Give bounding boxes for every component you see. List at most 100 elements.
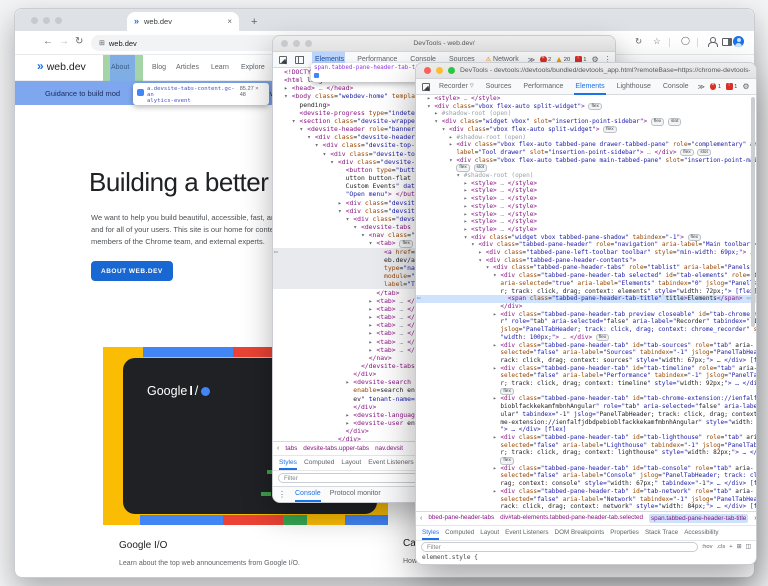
dom-tree-line[interactable]: rack: click, drag; context: sources" sty… (416, 357, 756, 365)
site-logo[interactable]: » web.dev (37, 61, 86, 73)
breadcrumb[interactable]: nav.devsit (375, 445, 403, 452)
dom-tree-line[interactable]: ▸ <div class="tabbed-pane-header-tab" id… (416, 434, 756, 442)
settings-gear-icon[interactable]: ⚙ (742, 82, 749, 91)
dom-tree-line[interactable]: rack: click, drag; context: network" sty… (416, 503, 756, 511)
dom-tree-line[interactable]: rag; context: console" style="width: 67p… (416, 480, 756, 488)
new-tab-button[interactable]: + (251, 17, 257, 28)
dom-tree-line[interactable]: "width: 100px;"> … </div> flex (416, 334, 756, 342)
nav-item-explore[interactable]: Explore (241, 64, 265, 71)
avatar[interactable] (733, 36, 744, 47)
dom-tree-line[interactable]: selected="false" aria-label="Performance… (416, 372, 756, 380)
grid-editor-icon[interactable]: ⊞ (737, 544, 742, 550)
dom-tree-line[interactable]: ▾ <div class="tabbed-pane-header-content… (416, 257, 756, 265)
dom-tree-line[interactable]: ▾ <div class="widget vbox tabbed-pane-sh… (416, 234, 756, 242)
window-controls[interactable] (424, 67, 455, 74)
device-toolbar-icon[interactable] (295, 56, 304, 64)
breadcrumb[interactable]: tabs (285, 445, 297, 452)
side-panel-icon[interactable] (722, 38, 732, 46)
dom-tree-line[interactable]: ▸ <div class="vbox flex-auto tabbed-pane… (416, 141, 756, 149)
dom-tree-line[interactable]: flex (416, 388, 756, 396)
sidebar-tab[interactable]: Computed (304, 456, 334, 470)
dom-tree-line[interactable]: r" role="tab" aria-selected="false" aria… (416, 318, 756, 326)
sidebar-tab[interactable]: Stack Trace (645, 526, 678, 540)
panel-tab[interactable]: Elements ▽ (574, 79, 605, 95)
crumbs-left-icon[interactable]: ‹ (420, 515, 422, 522)
sidebar-tab[interactable]: Properties (610, 526, 639, 540)
back-icon[interactable]: ← (43, 37, 53, 47)
breadcrumb[interactable]: span.tabbed-pane-header-tab-title (649, 514, 748, 523)
dom-tree-line[interactable]: ▸ <style> … </style> (416, 195, 756, 203)
bookmark-star-icon[interactable]: ☆ (653, 37, 661, 46)
nav-item-blog[interactable]: Blog (152, 64, 166, 71)
dom-tree-line[interactable]: ▸ <div class="tabbed-pane-left-toolbar t… (416, 249, 756, 257)
breadcrumb[interactable]: devsite-tabs.upper-tabs (303, 445, 369, 452)
sidebar-tab[interactable]: Styles (279, 456, 297, 470)
sidebar-tab[interactable]: Accessibility (684, 526, 718, 540)
dom-tree-line[interactable]: "> … </div> [flex] (416, 426, 756, 434)
panel-tab[interactable]: Recorder ▽ (438, 79, 475, 95)
element-style-rule[interactable]: element.style { (416, 552, 756, 564)
dom-tree-line[interactable]: ▾ <div class="vbox flex-auto tabbed-pane… (416, 157, 756, 165)
inspect-element-icon[interactable] (422, 83, 430, 91)
dom-tree-line[interactable]: flex slot (416, 164, 756, 172)
dom-tree-line[interactable]: ▾ <div class="vbox flex-auto split-widge… (416, 103, 756, 111)
style-toggle[interactable]: .cls (717, 544, 726, 550)
more-tabs-icon[interactable]: ≫ (698, 83, 705, 91)
tab-close-icon[interactable]: × (227, 17, 232, 26)
sidebar-tab[interactable]: Layout (341, 456, 361, 470)
dom-tree-line[interactable]: ▾ <div class="vbox flex-auto split-widge… (416, 126, 756, 134)
nav-item-articles[interactable]: Articles (176, 64, 199, 71)
forward-icon[interactable]: → (59, 37, 69, 47)
status-badge[interactable]: 1 (726, 83, 737, 90)
dom-tree-line[interactable]: jslog="PanelTabHeader; track: click, dra… (416, 326, 756, 334)
dom-tree-line[interactable]: <span class="tabbed-pane-header-tab-titl… (416, 295, 756, 303)
dom-tree-line[interactable]: ▸ <div class="tabbed-pane-header-tab" id… (416, 488, 756, 496)
panel-tab[interactable]: Sources ▽ (485, 79, 513, 95)
sidebar-tab[interactable]: DOM Breakpoints (555, 526, 605, 540)
dom-tree-line[interactable]: ▾ <div class="tabbed-pane-header-tabs" r… (416, 264, 756, 272)
dom-tree-line[interactable]: ▸ <style> … </style> (416, 180, 756, 188)
style-toggle[interactable]: :hov (702, 544, 713, 550)
devtools-menu-icon[interactable]: ⋮ (755, 82, 757, 91)
nav-item-learn[interactable]: Learn (211, 64, 229, 71)
site-info-icon[interactable]: ⊞ (99, 39, 104, 47)
dom-tree-line[interactable]: ▸ #shadow-root (open) (416, 110, 756, 118)
dom-tree-line[interactable]: ▾ <div class="tabbed-pane-header-tab sel… (416, 272, 756, 280)
dom-tree-line[interactable]: ▸ <style> … </style> (416, 203, 756, 211)
dom-tree-line[interactable]: selected="false" aria-label="Network" ta… (416, 496, 756, 504)
profile-person-icon[interactable] (707, 37, 716, 47)
breadcrumb[interactable]: div#tab-elements.tabbed-pane-header-tab.… (500, 514, 643, 523)
dom-tree-line[interactable]: bioblfackkekamfmbnhAngular" role="tab" a… (416, 403, 756, 411)
sidebar-tab[interactable]: Event Listeners (505, 526, 548, 540)
dom-tree-line[interactable]: ▸ #shadow-root (open) (416, 134, 756, 142)
panel-tab[interactable]: Console ▽ (662, 79, 690, 95)
dom-tree-line[interactable]: ▸ <div class="tabbed-pane-header-tab" id… (416, 342, 756, 350)
dom-tree-line[interactable]: ▸ <div class="tabbed-pane-header-tab" id… (416, 465, 756, 473)
nav-item-about[interactable]: About (111, 64, 129, 71)
drawer-tab[interactable]: Console (295, 487, 321, 502)
sidebar-tab[interactable]: Event Listeners (368, 456, 413, 470)
dom-tree-line[interactable]: label="Tool drawer" slot="insertion-poin… (416, 149, 756, 157)
dom-tree-line[interactable]: r; track: click, drag; context: elements… (416, 288, 756, 296)
card1-title[interactable]: Google I/O (119, 540, 167, 551)
about-webdev-button[interactable]: ABOUT WEB.DEV (91, 261, 173, 281)
drawer-menu-icon[interactable]: ⋮ (278, 490, 286, 499)
dom-tree-line[interactable]: ular" tabindex="-1" jslog="PanelTabHeade… (416, 411, 756, 419)
styles-filter-input[interactable] (421, 542, 698, 552)
dom-tree-line[interactable]: selected="false" aria-label="Sources" ta… (416, 349, 756, 357)
dom-tree-line[interactable]: ▾ <div class="tabbed-pane-header" role="… (416, 241, 756, 249)
dom-tree-line[interactable]: flex (416, 457, 756, 465)
dom-tree-line[interactable]: ▾ <div class="widget vbox" slot="inserti… (416, 118, 756, 126)
scrollbar[interactable] (751, 97, 755, 327)
computed-panel-icon[interactable]: ◫ (746, 544, 751, 550)
dom-tree-line[interactable]: ▸ <div class="tabbed-pane-header-tab pre… (416, 311, 756, 319)
reload-icon[interactable]: ↻ (75, 37, 83, 47)
crumbs-left-icon[interactable]: ‹ (277, 445, 279, 452)
dom-tree-line[interactable]: r; track: click, drag; context: lighthou… (416, 449, 756, 457)
dom-tree-line[interactable]: aria-selected="true" aria-label="Element… (416, 280, 756, 288)
dom-tree-line[interactable]: selected="false" aria-label="Lighthouse"… (416, 442, 756, 450)
sidebar-tab[interactable]: Styles (422, 526, 439, 540)
sync-icon[interactable]: ↻ (635, 37, 642, 46)
dom-tree-line[interactable]: ▸ <style> … </style> (416, 187, 756, 195)
dom-tree-line[interactable]: ▸ <style> … </style> (416, 211, 756, 219)
